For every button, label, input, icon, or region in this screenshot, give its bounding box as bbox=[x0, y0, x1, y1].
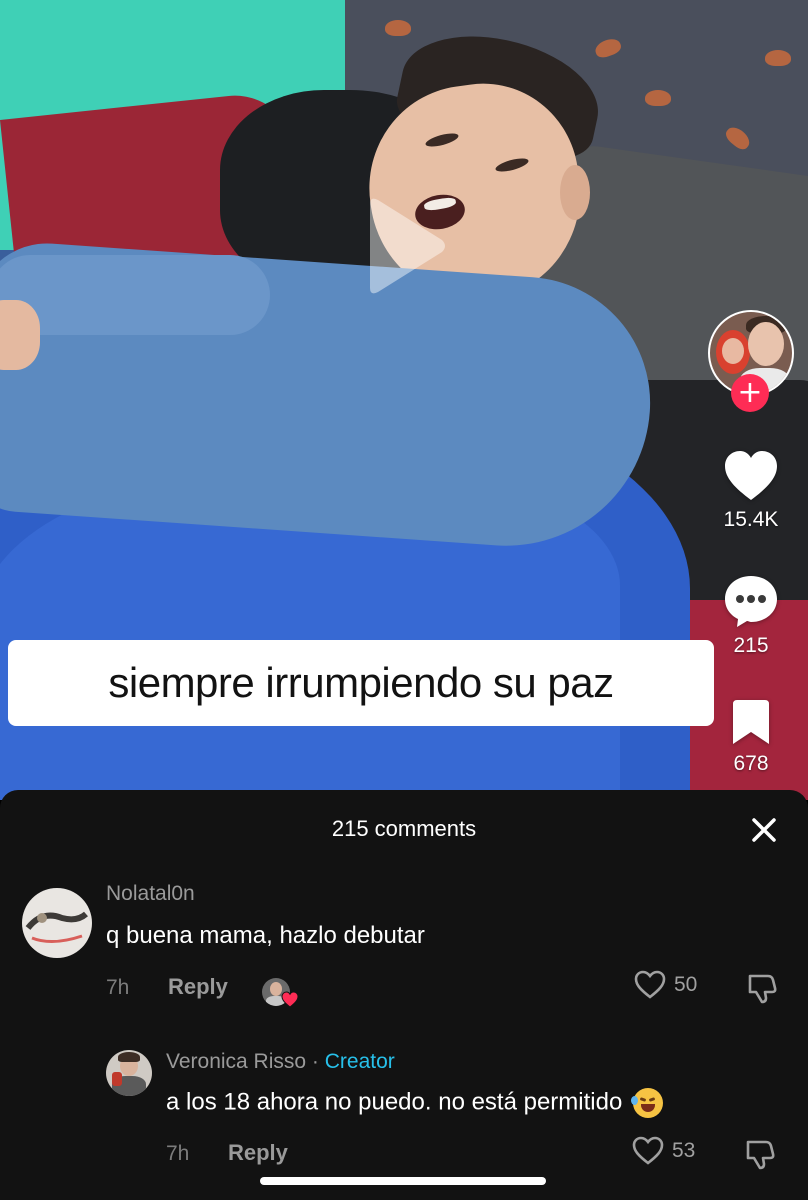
reply-text-line: a los 18 ahora no puedo. no está permiti… bbox=[166, 1088, 663, 1118]
home-indicator[interactable] bbox=[260, 1177, 546, 1185]
comment-text: q buena mama, hazlo debutar bbox=[106, 922, 425, 949]
bookmark-icon bbox=[733, 700, 769, 744]
comment-button[interactable]: 215 bbox=[708, 574, 794, 658]
sleeve-arm-upper bbox=[0, 255, 270, 335]
separator-dot: · bbox=[311, 1050, 319, 1073]
reply-button[interactable]: Reply bbox=[228, 1140, 288, 1166]
dislike-icon[interactable] bbox=[746, 970, 780, 1004]
reply-like-button[interactable]: 53 bbox=[632, 1136, 695, 1166]
like-count: 15.4K bbox=[723, 508, 779, 531]
heart-outline-icon bbox=[634, 970, 666, 999]
hand bbox=[0, 300, 40, 370]
comment-like-count: 50 bbox=[674, 973, 698, 996]
follow-button[interactable]: + bbox=[731, 374, 769, 412]
heart-icon bbox=[281, 991, 299, 1008]
reply-time: 7h bbox=[166, 1142, 190, 1165]
reply-username[interactable]: Veronica Risso bbox=[166, 1050, 306, 1073]
dislike-icon[interactable] bbox=[744, 1136, 778, 1170]
creator-badge: Creator bbox=[324, 1050, 395, 1073]
comment-icon bbox=[725, 576, 777, 627]
save-count: 678 bbox=[733, 752, 769, 775]
heart-icon bbox=[725, 451, 777, 500]
comments-title: 215 comments bbox=[331, 816, 477, 841]
reply-button[interactable]: Reply bbox=[168, 974, 228, 1000]
play-icon[interactable] bbox=[364, 196, 448, 296]
comment-like-button[interactable]: 50 bbox=[634, 970, 697, 1000]
comment-username[interactable]: Nolatal0n bbox=[106, 882, 195, 906]
creator-reply-avatar[interactable] bbox=[106, 1050, 152, 1096]
comments-sheet: 215 comments Nolatal0n q buena mama, haz… bbox=[0, 790, 808, 1200]
comment-item: Nolatal0n q buena mama, hazlo debutar 7h… bbox=[0, 882, 808, 1022]
comment-count: 215 bbox=[733, 634, 769, 657]
reply-like-count: 53 bbox=[672, 1139, 696, 1162]
reply-item: Veronica Risso · Creator a los 18 ahora … bbox=[0, 1046, 808, 1186]
like-button[interactable]: 15.4K bbox=[708, 450, 794, 532]
heart-outline-icon bbox=[632, 1136, 664, 1165]
video-caption: siempre irrumpiendo su paz bbox=[8, 640, 714, 726]
close-icon[interactable] bbox=[746, 812, 782, 848]
rolling-on-floor-laughing-icon bbox=[631, 1088, 663, 1118]
comment-time: 7h bbox=[106, 976, 130, 999]
reply-username-line: Veronica Risso · Creator bbox=[166, 1050, 395, 1074]
video-player[interactable]: siempre irrumpiendo su paz bbox=[0, 0, 808, 800]
commenter-avatar[interactable] bbox=[22, 888, 92, 958]
save-button[interactable]: 678 bbox=[708, 700, 794, 776]
reply-text: a los 18 ahora no puedo. no está permiti… bbox=[166, 1088, 623, 1116]
ear bbox=[560, 165, 590, 220]
